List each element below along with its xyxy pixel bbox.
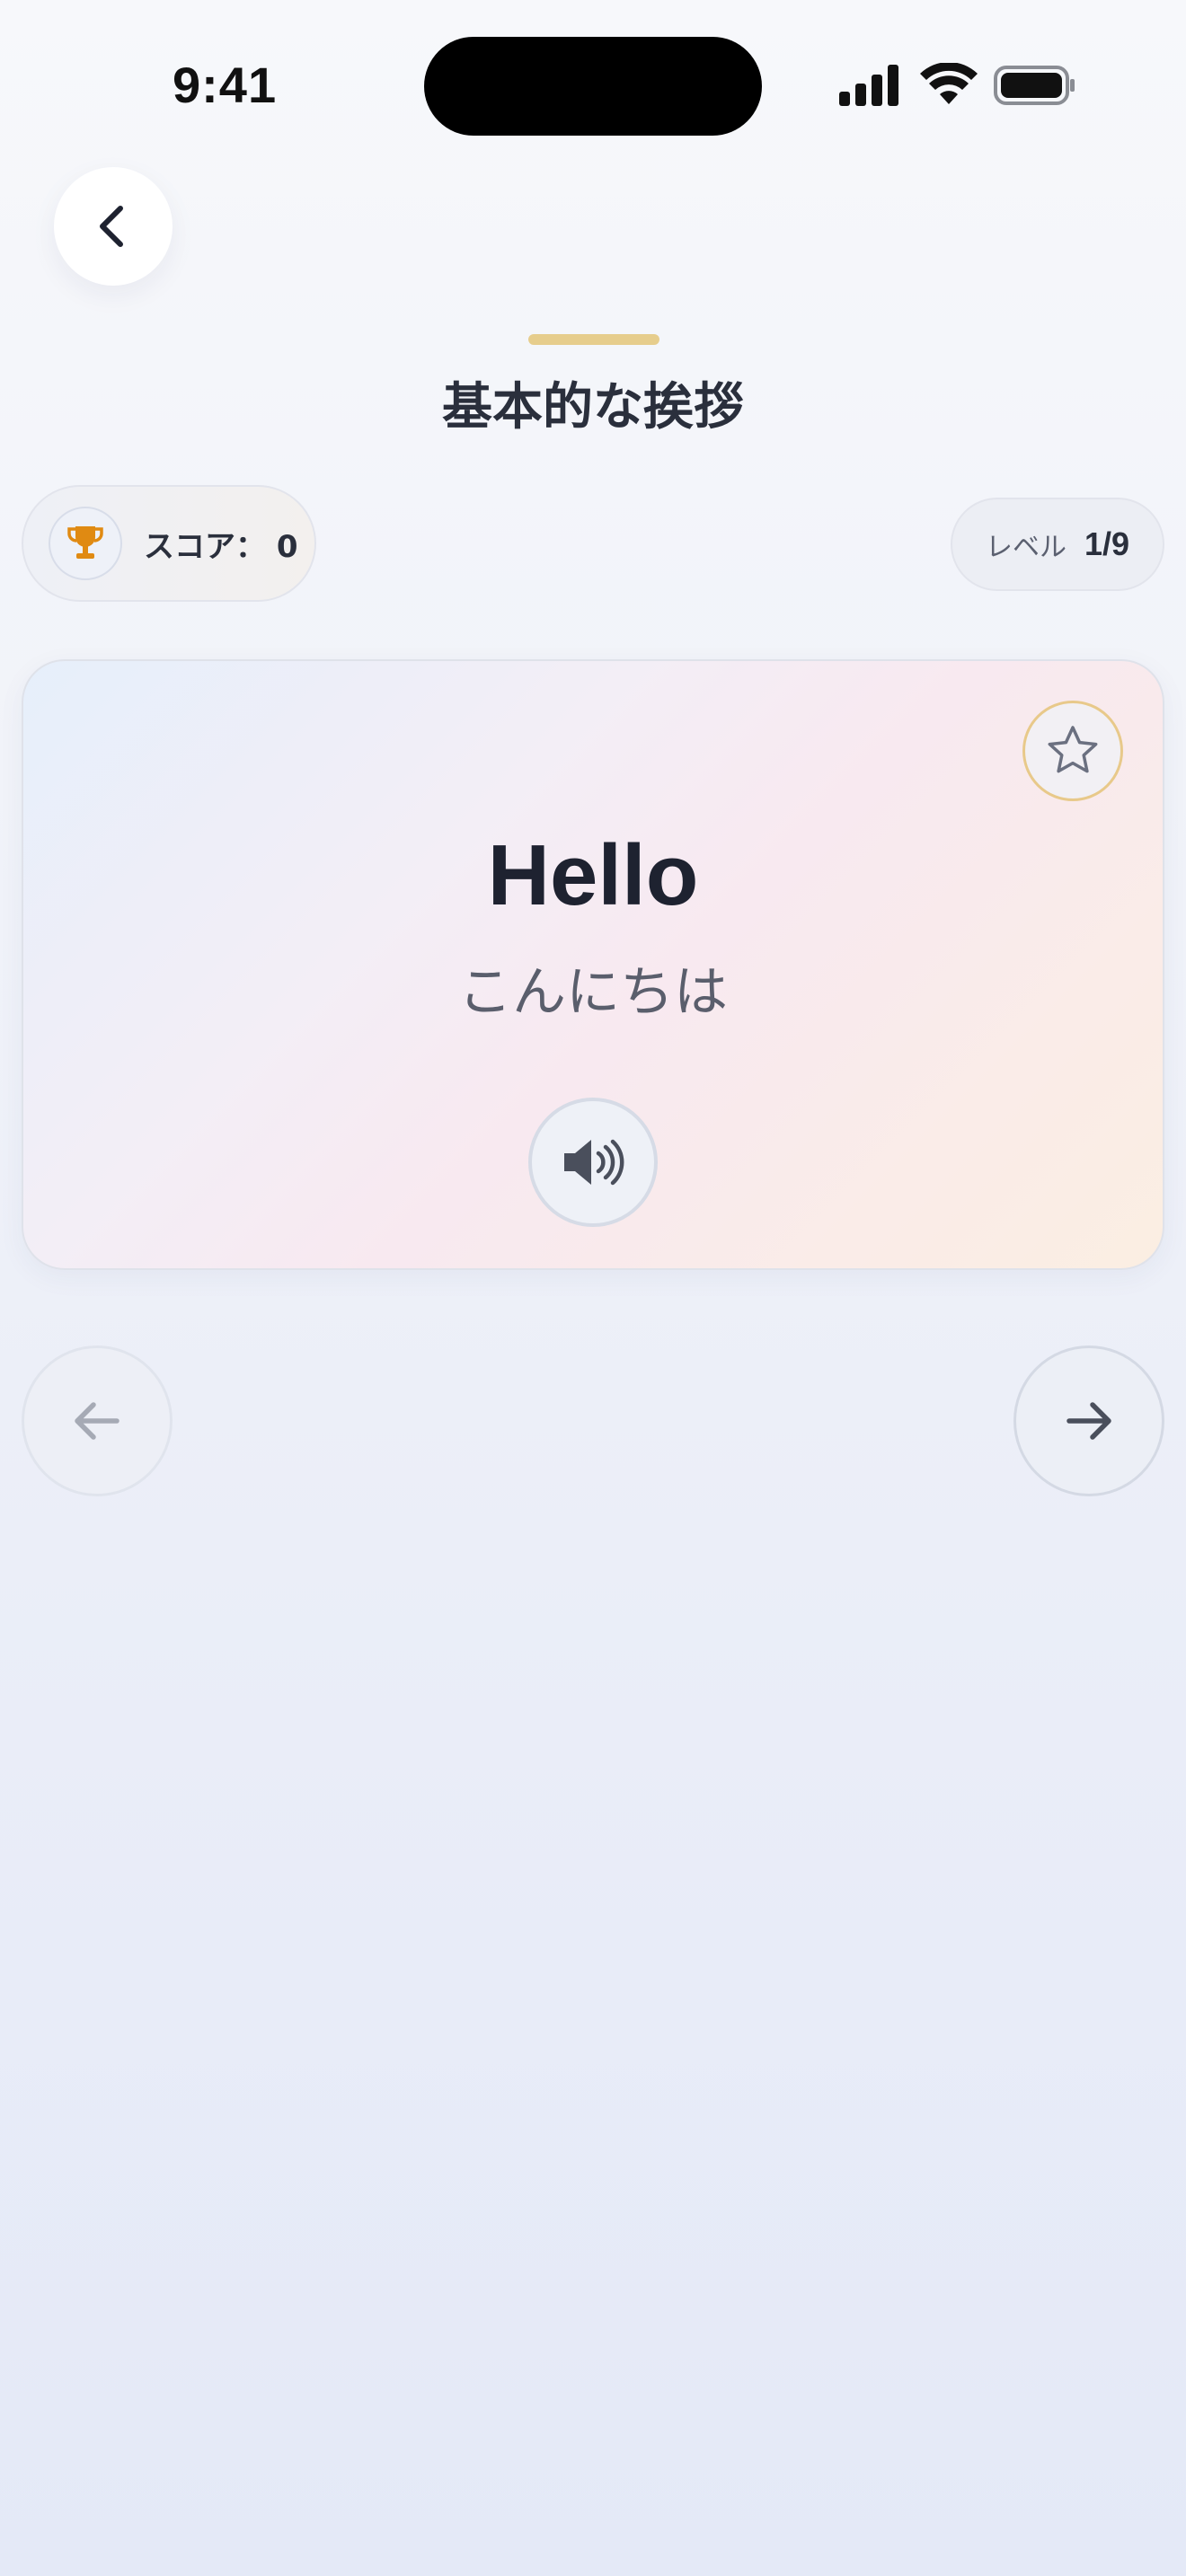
trophy-icon-container	[49, 507, 122, 580]
chevron-left-icon	[100, 206, 123, 247]
status-icons	[839, 63, 1075, 110]
score-value: 0	[276, 528, 298, 565]
star-outline-icon	[1048, 726, 1098, 773]
score-badge: スコア： 0	[22, 485, 316, 602]
page-title: 基本的な挨拶	[442, 378, 744, 437]
score-text: スコア： 0	[144, 522, 298, 566]
favorite-button[interactable]	[1022, 701, 1123, 801]
next-card-button[interactable]	[1013, 1345, 1164, 1496]
trophy-icon	[67, 526, 103, 559]
battery-icon	[994, 66, 1075, 105]
status-time: 9:41	[173, 57, 278, 113]
dynamic-island	[424, 37, 762, 136]
flashcard[interactable]: Hello こんにちは	[22, 659, 1164, 1270]
title-accent-bar	[528, 334, 659, 345]
speaker-icon	[564, 1139, 624, 1186]
play-audio-button[interactable]	[528, 1098, 658, 1227]
cellular-signal-icon	[839, 65, 898, 106]
level-badge: レベル 1/9	[951, 498, 1164, 591]
score-label: スコア：	[144, 528, 266, 565]
previous-card-button[interactable]	[22, 1345, 173, 1496]
word-translation: こんにちは	[458, 961, 728, 1024]
back-button[interactable]	[54, 167, 173, 286]
arrow-left-icon	[75, 1402, 119, 1440]
wifi-icon	[920, 63, 978, 104]
level-value: 1/9	[1084, 525, 1130, 562]
arrow-right-icon	[1067, 1402, 1111, 1440]
word-english: Hello	[487, 827, 699, 923]
status-bar: 9:41	[0, 0, 1186, 171]
level-label: レベル	[985, 532, 1067, 563]
